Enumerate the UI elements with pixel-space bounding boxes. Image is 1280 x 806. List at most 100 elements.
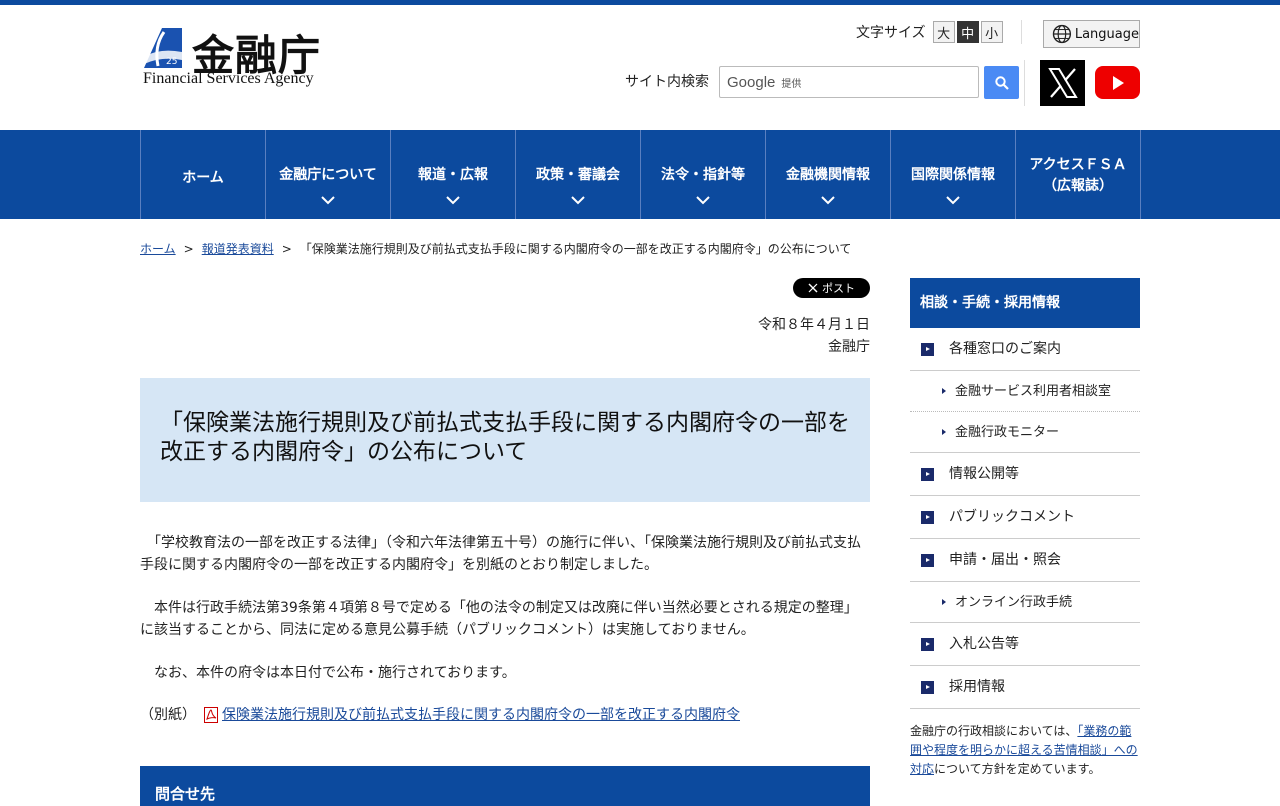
sidebar-subitem-consultation[interactable]: 金融サービス利用者相談室	[910, 371, 1140, 412]
font-size-large-button[interactable]: 大	[932, 21, 955, 43]
breadcrumb-section-link[interactable]: 報道発表資料	[202, 242, 274, 256]
nav-access-fsa[interactable]: アクセスＦＳＡ （広報誌）	[1016, 130, 1141, 219]
chevron-down-icon	[696, 196, 710, 205]
svg-text:25: 25	[166, 57, 177, 67]
chevron-down-icon	[821, 196, 835, 205]
sidebar-item-label: 申請・届出・照会	[949, 552, 1061, 568]
x-logo-icon	[1047, 68, 1078, 98]
chevron-down-icon	[446, 196, 460, 205]
sidebar-item-label: 金融サービス利用者相談室	[955, 384, 1112, 399]
breadcrumb-home-link[interactable]: ホーム	[140, 242, 176, 256]
font-size-control: 文字サイズ 大 中 小	[856, 20, 1003, 44]
nav-about-label: 金融庁について	[279, 167, 377, 183]
nav-international[interactable]: 国際関係情報	[891, 130, 1016, 219]
logo-english: Financial Services Agency	[143, 70, 314, 87]
sidebar-item-label: 金融行政モニター	[955, 425, 1060, 440]
sidebar-item-label: オンライン行政手続	[955, 595, 1073, 610]
chevron-down-icon	[946, 196, 960, 205]
site-search-label: サイト内検索	[625, 74, 709, 90]
sidebar-menu: 各種窓口のご案内 金融サービス利用者相談室 金融行政モニター 情報公開等 パブリ…	[910, 328, 1140, 709]
sidebar-item-label: 入札公告等	[949, 636, 1019, 652]
nav-about[interactable]: 金融庁について	[266, 130, 391, 219]
nav-international-label: 国際関係情報	[911, 167, 995, 183]
youtube-button[interactable]	[1095, 66, 1140, 99]
global-nav: ホーム 金融庁について 報道・広報 政策・審議会 法令・指針等 金融機関情報 国…	[0, 130, 1280, 219]
sidebar-item-label: パブリックコメント	[949, 509, 1075, 525]
x-post-label: ポスト	[822, 282, 855, 295]
contact-heading: 問合せ先	[155, 785, 216, 803]
attachment-row: （別紙） 保険業法施行規則及び前払式支払手段に関する内閣府令の一部を改正する内閣…	[140, 704, 740, 726]
breadcrumb-separator: >	[281, 242, 292, 256]
sidebar-note-prefix: 金融庁の行政相談においては、	[910, 724, 1078, 738]
nav-access-fsa-line2: （広報誌）	[1043, 178, 1113, 194]
nav-home[interactable]: ホーム	[141, 130, 266, 219]
arrow-square-icon	[921, 468, 934, 481]
search-button[interactable]	[984, 66, 1019, 99]
font-size-label: 文字サイズ	[856, 25, 926, 41]
sidebar-item-disclosure[interactable]: 情報公開等	[910, 453, 1140, 496]
header-divider-2	[1024, 60, 1025, 106]
release-meta: 令和８年４月１日 金融庁	[758, 314, 870, 358]
nav-access-fsa-label: アクセスＦＳＡ （広報誌）	[1016, 155, 1140, 197]
sidebar-note-suffix: について方針を定めています。	[934, 762, 1101, 776]
attachment-pdf-link[interactable]: 保険業法施行規則及び前払式支払手段に関する内閣府令の一部を改正する内閣府令	[222, 704, 740, 726]
sidebar-item-bidding[interactable]: 入札公告等	[910, 623, 1140, 666]
sidebar-subitem-online-procedures[interactable]: オンライン行政手続	[910, 582, 1140, 623]
triangle-right-icon	[942, 429, 946, 435]
arrow-square-icon	[921, 343, 934, 356]
fsa-logo[interactable]: 25 金融庁 Financial Services Agency	[142, 24, 342, 90]
body-paragraph-3: なお、本件の府令は本日付で公布・施行されております。	[140, 665, 516, 681]
sidebar-item-counters[interactable]: 各種窓口のご案内	[910, 328, 1140, 371]
arrow-square-icon	[921, 554, 934, 567]
top-accent-bar	[0, 0, 1280, 5]
font-size-small-button[interactable]: 小	[980, 21, 1003, 43]
language-button[interactable]: Language	[1043, 20, 1140, 48]
breadcrumb: ホーム > 報道発表資料 > 「保険業法施行規則及び前払式支払手段に関する内閣府令の一部…	[140, 240, 851, 257]
triangle-right-icon	[942, 599, 946, 605]
arrow-square-icon	[921, 681, 934, 694]
sidebar-note: 金融庁の行政相談においては、「業務の範囲や程度を明らかに超える苦情相談」への対応…	[910, 722, 1142, 779]
nav-press[interactable]: 報道・広報	[391, 130, 516, 219]
sidebar-item-public-comment[interactable]: パブリックコメント	[910, 496, 1140, 539]
triangle-right-icon	[942, 388, 946, 394]
chevron-down-icon	[321, 196, 335, 205]
sidebar-subitem-monitor[interactable]: 金融行政モニター	[910, 412, 1140, 453]
language-label: Language	[1074, 26, 1139, 42]
x-social-button[interactable]	[1040, 60, 1085, 106]
nav-policy-label: 政策・審議会	[536, 167, 620, 183]
nav-press-label: 報道・広報	[418, 167, 488, 183]
nav-laws[interactable]: 法令・指針等	[641, 130, 766, 219]
nav-policy[interactable]: 政策・審議会	[516, 130, 641, 219]
page-title: 「保険業法施行規則及び前払式支払手段に関する内閣府令の一部を改正する内閣府令」の…	[160, 410, 850, 465]
x-logo-icon	[808, 283, 818, 293]
header-divider	[1021, 20, 1022, 44]
breadcrumb-current: 「保険業法施行規則及び前払式支払手段に関する内閣府令の一部を改正する内閣府令」の…	[299, 242, 852, 256]
attachment-label: （別紙）	[140, 707, 196, 723]
search-icon	[994, 75, 1009, 90]
page-title-box: 「保険業法施行規則及び前払式支払手段に関する内閣府令の一部を改正する内閣府令」の…	[140, 378, 870, 502]
sidebar-item-recruitment[interactable]: 採用情報	[910, 666, 1140, 709]
fsa-emblem-icon: 25	[144, 28, 182, 68]
nav-institutions[interactable]: 金融機関情報	[766, 130, 891, 219]
youtube-play-icon	[1112, 75, 1124, 90]
google-brand-suffix: 提供	[781, 78, 802, 90]
arrow-square-icon	[921, 638, 934, 651]
sidebar-item-label: 情報公開等	[949, 466, 1019, 482]
site-search-input[interactable]: Google 提供	[719, 66, 979, 98]
font-size-medium-button[interactable]: 中	[956, 21, 979, 43]
release-date: 令和８年４月１日	[758, 317, 870, 333]
sidebar-item-applications[interactable]: 申請・届出・照会	[910, 539, 1140, 582]
sidebar-item-label: 各種窓口のご案内	[949, 341, 1061, 357]
sidebar-item-label: 採用情報	[949, 679, 1005, 695]
pdf-icon	[204, 707, 218, 723]
contact-section-header: 問合せ先	[140, 766, 870, 806]
nav-laws-label: 法令・指針等	[661, 167, 745, 183]
breadcrumb-separator: >	[183, 242, 194, 256]
nav-access-fsa-line1: アクセスＦＳＡ	[1029, 157, 1127, 173]
body-paragraph-2: 本件は行政手続法第39条第４項第８号で定める「他の法令の制定又は改廃に伴い当然必…	[140, 600, 858, 638]
nav-institutions-label: 金融機関情報	[786, 167, 870, 183]
release-issuer: 金融庁	[828, 339, 870, 355]
x-post-button[interactable]: ポスト	[793, 278, 870, 298]
globe-icon	[1052, 24, 1072, 44]
google-brand: Google	[727, 73, 776, 91]
